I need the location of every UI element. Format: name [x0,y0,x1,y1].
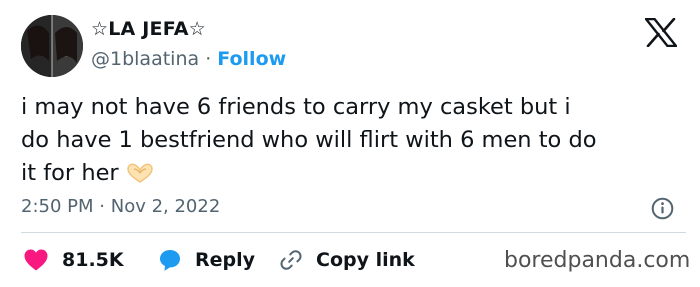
like-count: 81.5K [62,249,124,271]
copy-link-label: Copy link [316,249,415,271]
tweet-text-line: i may not have 6 friends to carry my cas… [21,94,571,120]
like-button[interactable]: 81.5K [23,247,124,273]
user-handle[interactable]: @1blaatina [91,48,199,70]
watermark-text: boredpanda.com [504,248,691,273]
follow-button[interactable]: Follow [217,48,286,70]
avatar[interactable] [21,15,83,77]
reply-label: Reply [195,249,256,271]
tweet-timestamp[interactable]: 2:50 PM · Nov 2, 2022 [21,196,220,217]
heart-icon [24,249,48,271]
separator-dot: · [205,48,212,70]
tweet-text: i may not have 6 friends to carry my cas… [21,91,686,194]
copy-link-button[interactable]: Copy link [279,247,415,273]
handle-row: @1blaatina · Follow [91,48,286,70]
tweet-text-line: do have 1 bestfriend who will flirt with… [21,127,597,153]
heart-hands-icon [125,161,155,194]
reply-bubble-icon [160,250,180,271]
reply-button[interactable]: Reply [158,247,255,273]
x-logo-icon[interactable] [645,18,677,47]
info-icon[interactable] [651,197,674,220]
link-icon [280,250,302,270]
display-name[interactable]: ☆LA JEFA☆ [91,18,206,40]
tweet-text-line: it for her [21,157,686,194]
divider [21,232,686,233]
